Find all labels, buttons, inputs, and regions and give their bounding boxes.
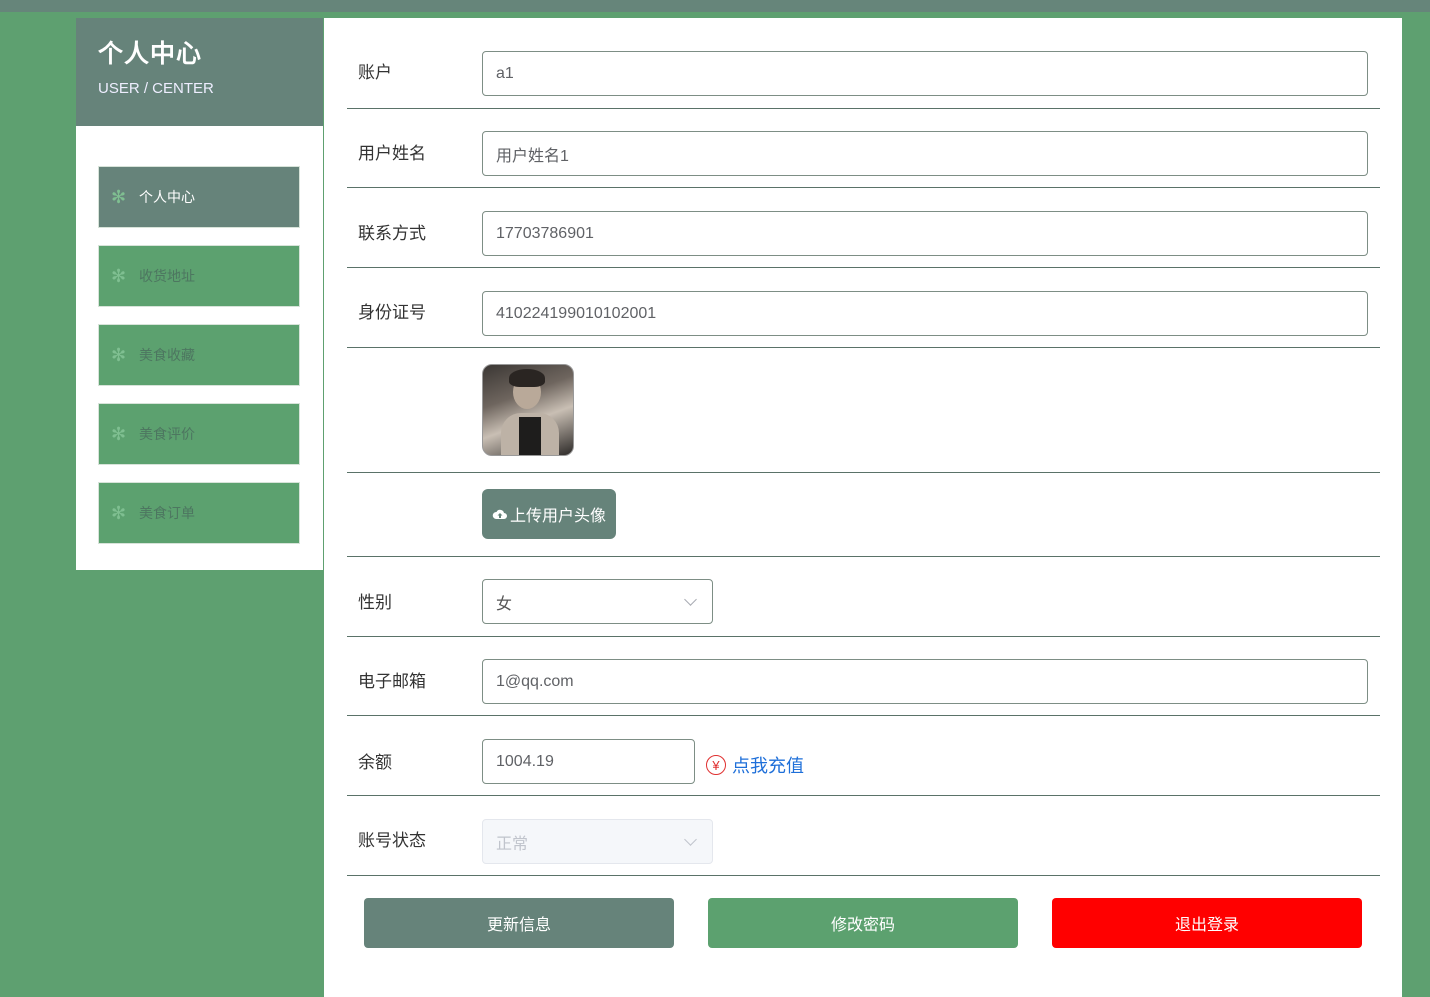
username-input[interactable] [482,131,1368,176]
profile-form: 账户 用户姓名 联系方式 身份证号 上传用户头像 性别 女 [324,18,1402,997]
user-avatar [482,364,574,456]
sidebar-item-label: 收货地址 [139,268,195,284]
id-number-label: 身份证号 [358,303,426,322]
status-value: 正常 [496,835,529,853]
balance-input[interactable] [482,739,695,784]
form-row-account: 账户 [347,30,1380,109]
status-label: 账号状态 [358,831,426,850]
form-row-username: 用户姓名 [347,109,1380,188]
form-row-avatar [347,348,1380,473]
sidebar-item-label: 美食订单 [139,505,195,521]
upload-avatar-button[interactable]: 上传用户头像 [482,489,617,539]
sidebar-item-orders[interactable]: ✻ 美食订单 [98,482,300,544]
status-select[interactable]: 正常 [482,819,713,864]
sidebar-item-reviews[interactable]: ✻ 美食评价 [98,403,300,465]
snowflake-icon: ✻ [111,265,127,286]
form-row-phone: 联系方式 [347,188,1380,268]
account-label: 账户 [358,63,392,82]
sidebar-item-label: 美食收藏 [139,347,195,363]
sidebar-item-favorites[interactable]: ✻ 美食收藏 [98,324,300,386]
gender-label: 性别 [358,593,392,612]
sidebar-header: 个人中心 USER / CENTER [76,18,323,126]
sidebar-title: 个人中心 [98,40,203,68]
gender-select[interactable]: 女 [482,579,713,624]
form-row-email: 电子邮箱 [347,637,1380,716]
snowflake-icon: ✻ [111,344,127,365]
form-row-balance: 余额 ¥ 点我充值 [347,716,1380,796]
sidebar-subtitle: USER / CENTER [98,80,214,97]
sidebar-item-address[interactable]: ✻ 收货地址 [98,245,300,307]
sidebar-item-label: 美食评价 [139,426,195,442]
gender-value: 女 [496,595,513,613]
yen-icon: ¥ [706,755,726,775]
email-input[interactable] [482,659,1368,704]
chevron-down-icon [684,833,697,846]
id-number-input[interactable] [482,291,1368,336]
phone-input[interactable] [482,211,1368,256]
sidebar: 个人中心 USER / CENTER ✻ 个人中心 ✻ 收货地址 ✻ 美食收藏 … [76,18,323,570]
snowflake-icon: ✻ [111,502,127,523]
form-row-gender: 性别 女 [347,557,1380,637]
recharge-link[interactable]: ¥ 点我充值 [706,752,804,778]
form-row-status: 账号状态 正常 [347,796,1380,876]
cloud-upload-icon [492,509,507,519]
form-row-id-number: 身份证号 [347,268,1380,348]
recharge-label: 点我充值 [732,756,804,776]
snowflake-icon: ✻ [111,423,127,444]
change-password-button[interactable]: 修改密码 [708,898,1018,948]
form-row-upload: 上传用户头像 [347,473,1380,557]
balance-label: 余额 [358,753,392,772]
email-label: 电子邮箱 [358,672,426,691]
sidebar-menu: ✻ 个人中心 ✻ 收货地址 ✻ 美食收藏 ✻ 美食评价 ✻ 美食订单 [76,126,323,544]
snowflake-icon: ✻ [111,186,127,207]
username-label: 用户姓名 [358,144,426,163]
account-input[interactable] [482,51,1368,96]
sidebar-item-label: 个人中心 [139,189,195,205]
logout-button[interactable]: 退出登录 [1052,898,1362,948]
chevron-down-icon [684,593,697,606]
update-info-button[interactable]: 更新信息 [364,898,674,948]
sidebar-item-user-center[interactable]: ✻ 个人中心 [98,166,300,228]
upload-avatar-label: 上传用户头像 [510,508,607,525]
top-strip [0,0,1430,12]
phone-label: 联系方式 [358,224,426,243]
